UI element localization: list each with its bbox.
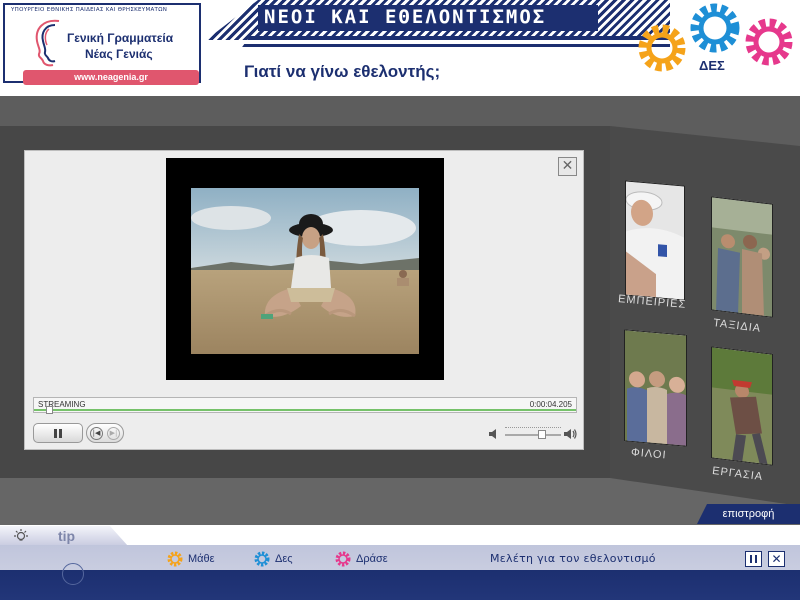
- progress-fill: [34, 409, 576, 411]
- next-button[interactable]: ▶|: [107, 427, 120, 440]
- card-friends-photo: [625, 330, 687, 447]
- stage: ✕ STREAMING 0:00:04.205 |◀ ▶| ΕΜΠΕΙΡΙΕΣ …: [0, 96, 800, 525]
- progress-handle[interactable]: [46, 406, 53, 414]
- nav-learn[interactable]: Μάθε: [166, 550, 215, 568]
- card-experiences[interactable]: [625, 180, 685, 301]
- video-player: ✕ STREAMING 0:00:04.205 |◀ ▶|: [24, 150, 584, 450]
- logo[interactable]: ΥΠΟΥΡΓΕΙΟ ΕΘΝΙΚΗΣ ΠΑΙΔΕΙΑΣ ΚΑΙ ΘΡΗΣΚΕΥΜΑ…: [3, 3, 201, 85]
- section-label: ΔΕΣ: [699, 58, 725, 73]
- close-player-button[interactable]: ✕: [558, 157, 577, 176]
- pause-button[interactable]: [33, 423, 83, 443]
- gear-orange-icon: [167, 551, 183, 567]
- card-trips-photo: [712, 197, 773, 318]
- gear-blue-icon: [254, 551, 270, 567]
- org-name-line1: Γενική Γραμματεία: [67, 31, 174, 45]
- video-still: [191, 188, 419, 354]
- skip-controls: |◀ ▶|: [86, 423, 124, 443]
- footer-bar: [0, 545, 800, 600]
- tip-tab[interactable]: tip: [0, 526, 128, 546]
- pause-icon: [750, 555, 757, 563]
- nav-act-label: Δράσε: [356, 553, 388, 565]
- card-experiences-photo: [625, 181, 685, 301]
- volume-scale: [505, 427, 561, 429]
- ministry-name: ΥΠΟΥΡΓΕΙΟ ΕΘΝΙΚΗΣ ΠΑΙΔΕΙΑΣ ΚΑΙ ΘΡΗΣΚΕΥΜΑ…: [11, 7, 168, 13]
- volume-handle[interactable]: [537, 430, 546, 439]
- nav-see[interactable]: Δες: [253, 550, 293, 568]
- card-friends[interactable]: [624, 329, 687, 447]
- return-button[interactable]: επιστροφή: [697, 504, 800, 524]
- pause-icon: [54, 429, 62, 438]
- gear-pink-icon: [335, 551, 351, 567]
- card-work-photo: [712, 347, 773, 466]
- nav-learn-label: Μάθε: [188, 553, 215, 565]
- header: ΥΠΟΥΡΓΕΙΟ ΕΘΝΙΚΗΣ ΠΑΙΔΕΙΑΣ ΚΑΙ ΘΡΗΣΚΕΥΜΑ…: [0, 0, 800, 96]
- volume-low-icon[interactable]: [488, 428, 500, 440]
- banner-title: ΝΕΟΙ ΚΑΙ ΕΘΕΛΟΝΤΙΣΜΟΣ: [264, 6, 547, 28]
- org-name-line2: Νέας Γενιάς: [85, 47, 153, 61]
- banner-underline: [240, 36, 670, 50]
- page-title: Γιατί να γίνω εθελοντής;: [244, 62, 441, 81]
- website-link[interactable]: www.neagenia.gr: [23, 70, 199, 85]
- nav-act[interactable]: Δράσε: [334, 550, 388, 568]
- progress-bar[interactable]: STREAMING 0:00:04.205: [33, 397, 577, 414]
- pause-presentation-button[interactable]: [745, 551, 762, 567]
- study-title: Μελέτη για τον εθελοντισμό: [490, 552, 656, 565]
- footer: tip Μάθε Δες Δράσε Μελέτη για τον εθελον…: [0, 525, 800, 600]
- footer-circle-icon: [62, 563, 84, 585]
- lightbulb-icon: [14, 529, 28, 541]
- volume-slider[interactable]: [505, 434, 561, 436]
- close-presentation-button[interactable]: ✕: [768, 551, 785, 567]
- video-frame[interactable]: [166, 158, 444, 380]
- card-work[interactable]: [711, 346, 773, 466]
- volume-high-icon[interactable]: [563, 427, 577, 441]
- tip-label: tip: [58, 528, 76, 544]
- nav-see-label: Δες: [275, 553, 293, 565]
- timecode: 0:00:04.205: [529, 400, 572, 409]
- previous-button[interactable]: |◀: [90, 427, 103, 440]
- card-trips[interactable]: [711, 196, 773, 318]
